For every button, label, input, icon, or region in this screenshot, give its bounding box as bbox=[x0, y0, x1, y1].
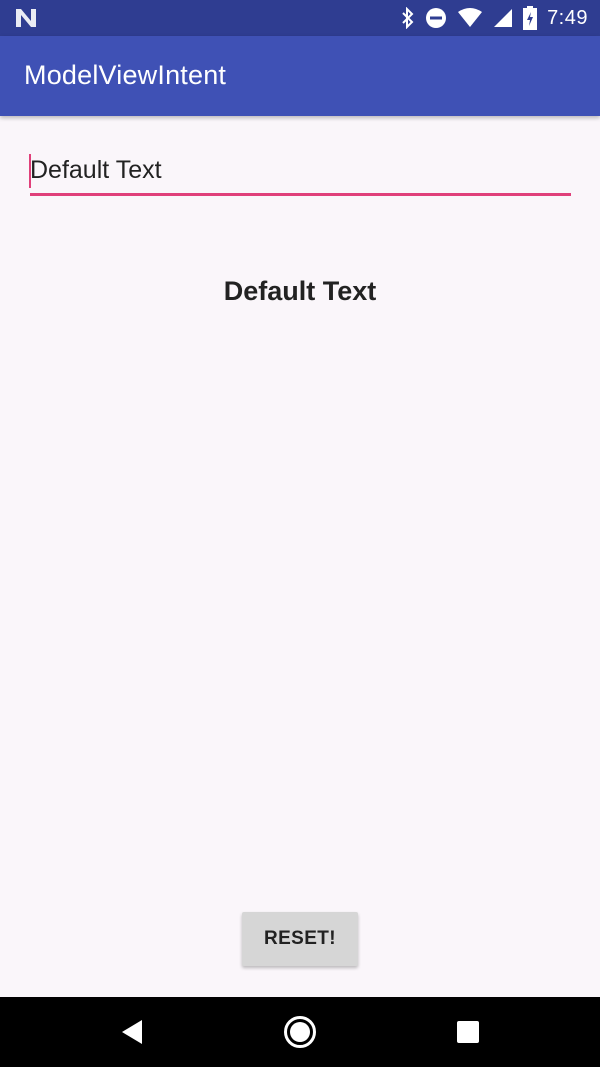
status-icons: 7:49 bbox=[401, 0, 588, 36]
back-button[interactable] bbox=[92, 997, 172, 1067]
signal-icon bbox=[494, 9, 513, 27]
status-bar: 7:49 bbox=[0, 0, 600, 36]
reset-button[interactable]: RESET! bbox=[242, 912, 358, 966]
do-not-disturb-icon bbox=[426, 8, 447, 28]
notification-n-icon bbox=[16, 9, 36, 27]
text-cursor bbox=[29, 154, 31, 188]
recents-icon bbox=[457, 1021, 479, 1043]
screen: 7:49 ModelViewIntent Default Text RESET! bbox=[0, 0, 600, 1067]
text-input[interactable] bbox=[30, 154, 571, 196]
home-icon bbox=[284, 1016, 316, 1048]
main-content: Default Text RESET! bbox=[0, 116, 600, 997]
app-bar: ModelViewIntent bbox=[0, 36, 600, 116]
back-icon bbox=[122, 1020, 142, 1044]
status-time: 7:49 bbox=[547, 6, 588, 29]
app-title: ModelViewIntent bbox=[24, 60, 227, 90]
display-text: Default Text bbox=[223, 276, 377, 306]
wifi-icon bbox=[458, 8, 483, 27]
battery-icon bbox=[523, 6, 538, 30]
navigation-bar bbox=[0, 997, 600, 1067]
bluetooth-icon bbox=[402, 7, 414, 29]
home-button[interactable] bbox=[260, 997, 340, 1067]
recents-button[interactable] bbox=[428, 997, 508, 1067]
